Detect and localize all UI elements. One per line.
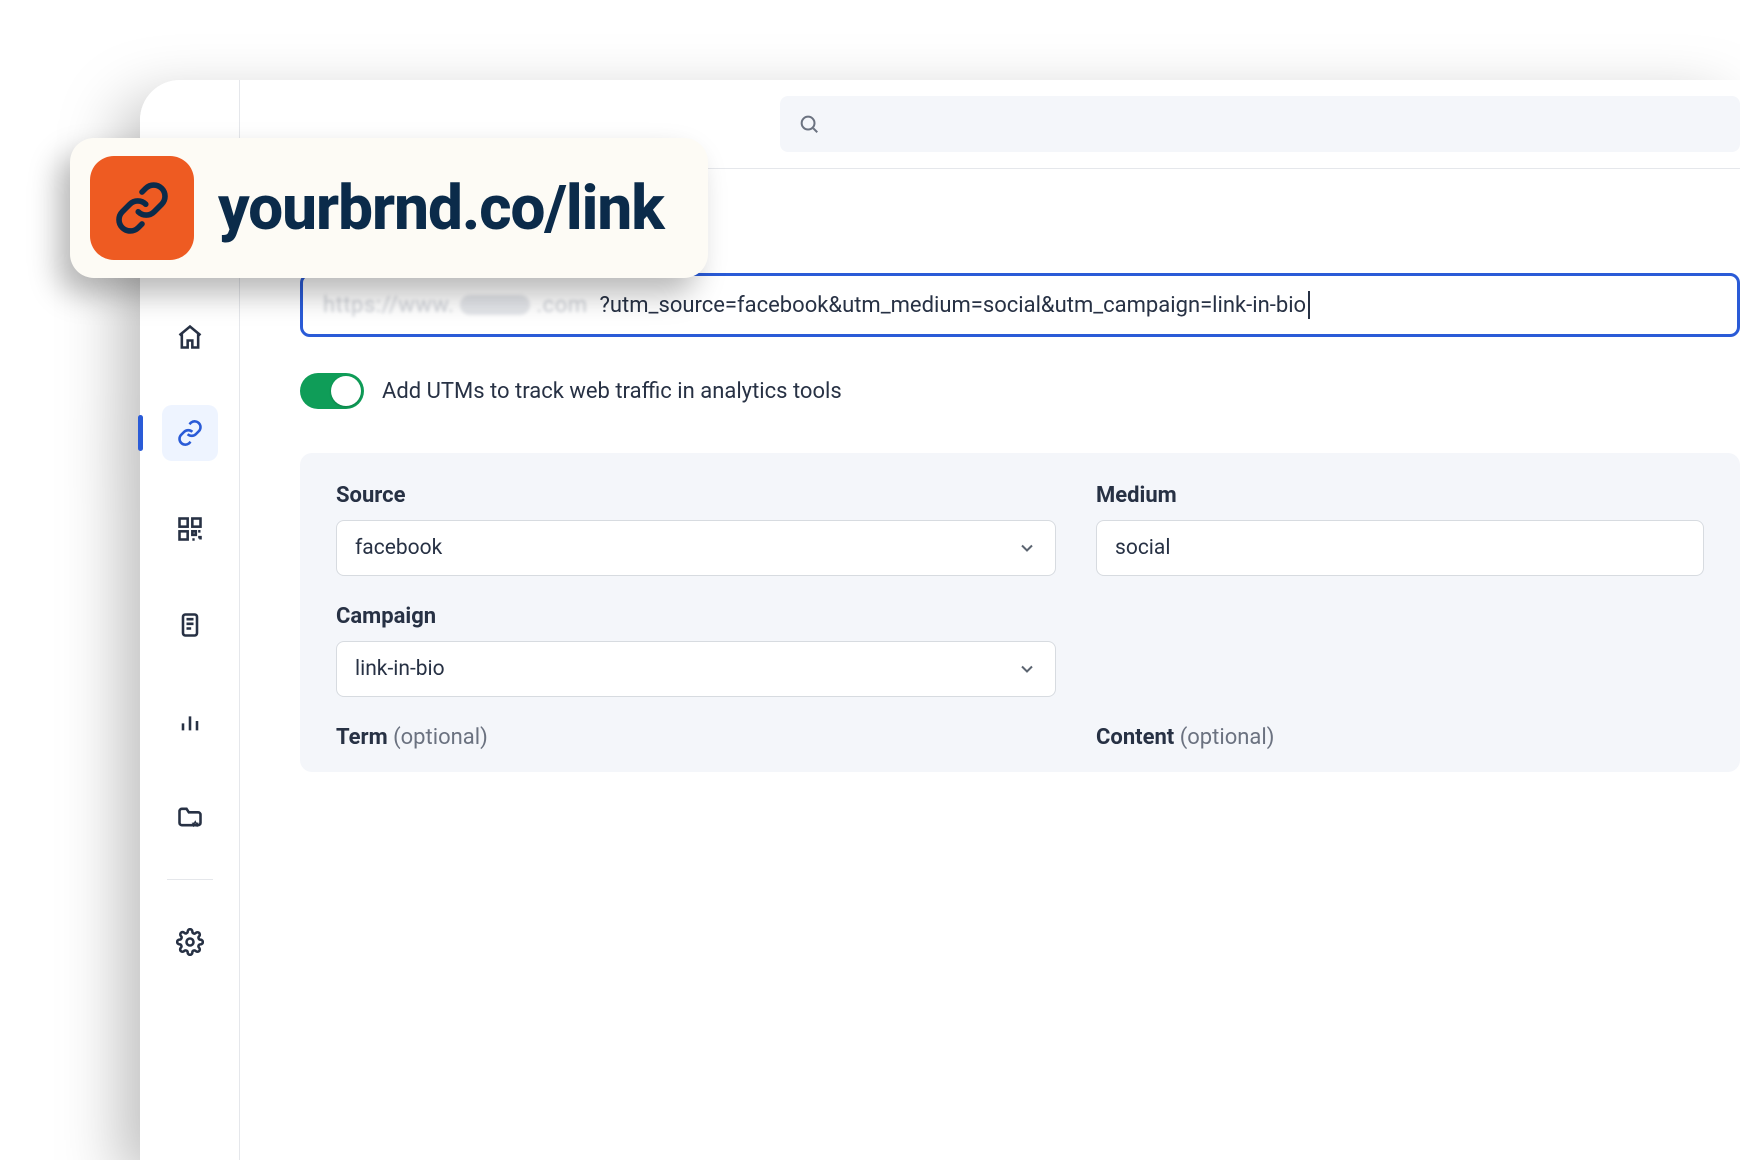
utm-term-label: Term (optional) [336,725,1056,750]
utm-campaign-select[interactable]: link-in-bio [336,641,1056,697]
chevron-down-icon [1017,538,1037,558]
utm-panel: Source facebook Medium social Campaign l [300,453,1740,772]
utm-source-select[interactable]: facebook [336,520,1056,576]
search-input[interactable] [780,96,1740,152]
chevron-down-icon [1017,659,1037,679]
utm-medium-value: social [1115,536,1170,560]
utm-source-value: facebook [355,536,442,560]
destination-prefix: https://www. [323,293,454,318]
toggle-knob [331,376,361,406]
utm-medium-label: Medium [1096,483,1704,508]
utm-medium-field: Medium social [1096,483,1704,576]
text-caret [1308,291,1310,319]
utm-toggle[interactable] [300,373,364,409]
utm-medium-select[interactable]: social [1096,520,1704,576]
home-icon [176,323,204,351]
gear-icon [176,928,204,956]
qr-icon [176,515,204,543]
utm-campaign-value: link-in-bio [355,657,445,681]
sidebar-item-campaigns[interactable] [162,789,218,845]
destination-query: ?utm_source=facebook&utm_medium=social&u… [600,293,1307,318]
utm-source-field: Source facebook [336,483,1056,576]
destination-domain-blur [460,295,530,315]
brand-link-badge-text: yourbrnd.co/link [218,172,664,245]
sidebar-item-settings[interactable] [162,914,218,970]
utm-source-label: Source [336,483,1056,508]
destination-suffix: .com [536,293,587,318]
utm-campaign-field: Campaign link-in-bio [336,604,1056,697]
search-icon [798,113,820,135]
utm-term-field: Term (optional) [336,725,1056,762]
sidebar-item-pages[interactable] [162,597,218,653]
utm-campaign-label: Campaign [336,604,1056,629]
sidebar-item-analytics[interactable] [162,693,218,749]
brand-link-badge-icon-tile [90,156,194,260]
analytics-icon [176,707,204,735]
sidebar-item-links[interactable] [162,405,218,461]
utm-toggle-label: Add UTMs to track web traffic in analyti… [382,379,842,404]
folder-star-icon [176,803,204,831]
sidebar-item-qr[interactable] [162,501,218,557]
brand-link-badge: yourbrnd.co/link [70,138,708,278]
utm-toggle-row: Add UTMs to track web traffic in analyti… [300,373,1740,409]
utm-content-field: Content (optional) [1096,725,1704,762]
sidebar-divider [167,879,213,880]
link-icon [112,178,172,238]
page-icon [176,611,204,639]
destination-input[interactable]: https://www. .com ?utm_source=facebook&u… [300,273,1740,337]
sidebar-item-home[interactable] [162,309,218,365]
utm-content-label: Content (optional) [1096,725,1704,750]
link-icon [176,419,204,447]
